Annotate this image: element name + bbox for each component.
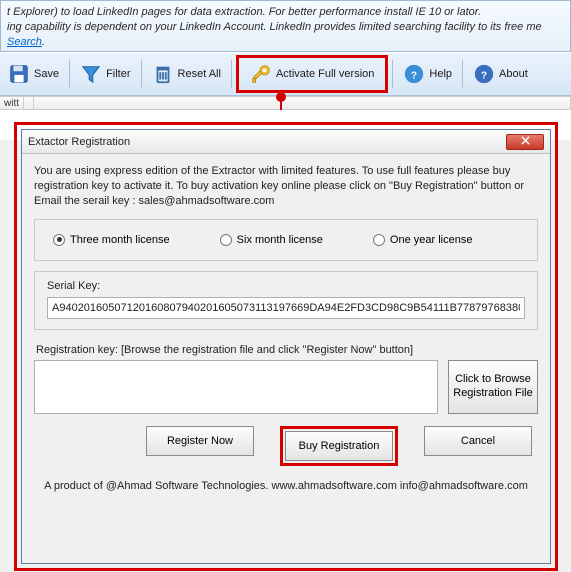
- search-link[interactable]: Search: [7, 36, 42, 48]
- main-toolbar: Save Filter Reset All Activate Full vers…: [0, 52, 571, 96]
- callout-connector: [280, 94, 282, 110]
- save-button[interactable]: Save: [1, 57, 66, 91]
- buy-label: Buy Registration: [299, 440, 380, 452]
- intro-text: You are using express edition of the Ext…: [34, 164, 538, 209]
- radio-label: One year license: [390, 234, 473, 246]
- registration-key-input[interactable]: [34, 360, 438, 414]
- funnel-icon: [80, 63, 102, 85]
- license-options: Three month license Six month license On…: [47, 230, 525, 250]
- serial-key-input[interactable]: [47, 297, 525, 319]
- diskette-icon: [8, 63, 30, 85]
- separator: [231, 60, 232, 88]
- browse-label: Click to Browse Registration File: [453, 373, 533, 401]
- cancel-label: Cancel: [461, 435, 495, 447]
- buy-highlight-frame: Buy Registration: [280, 426, 398, 466]
- activate-button[interactable]: Activate Full version: [243, 57, 381, 91]
- serial-label: Serial Key:: [47, 280, 525, 292]
- separator: [462, 60, 463, 88]
- filter-label: Filter: [106, 68, 130, 80]
- reset-all-button[interactable]: Reset All: [145, 57, 228, 91]
- radio-icon: [53, 234, 65, 246]
- dialog-body: You are using express edition of the Ext…: [22, 154, 550, 563]
- help-button[interactable]: ? Help: [396, 57, 459, 91]
- svg-text:?: ?: [481, 71, 487, 82]
- help-label: Help: [429, 68, 452, 80]
- about-icon: ?: [473, 63, 495, 85]
- separator: [392, 60, 393, 88]
- about-button[interactable]: ? About: [466, 57, 535, 91]
- activate-label: Activate Full version: [276, 68, 374, 80]
- dialog-button-row: Register Now Buy Registration Cancel: [34, 426, 538, 466]
- close-icon: [521, 136, 530, 148]
- reset-label: Reset All: [178, 68, 221, 80]
- radio-icon: [220, 234, 232, 246]
- filter-button[interactable]: Filter: [73, 57, 137, 91]
- radio-three-month[interactable]: Three month license: [53, 234, 170, 246]
- info-text-2: ing capability is dependent on your Link…: [7, 21, 542, 33]
- radio-label: Three month license: [70, 234, 170, 246]
- info-text-1: t Explorer) to load LinkedIn pages for d…: [7, 6, 481, 18]
- info-banner: t Explorer) to load LinkedIn pages for d…: [0, 0, 571, 52]
- cancel-button[interactable]: Cancel: [424, 426, 532, 456]
- separator: [141, 60, 142, 88]
- registration-dialog: Extactor Registration You are using expr…: [21, 129, 551, 564]
- browse-registration-button[interactable]: Click to Browse Registration File: [448, 360, 538, 414]
- activate-highlight-frame: Activate Full version: [236, 55, 388, 93]
- radio-six-month[interactable]: Six month license: [220, 234, 323, 246]
- regkey-row: Click to Browse Registration File: [34, 360, 538, 414]
- dialog-footer: A product of @Ahmad Software Technologie…: [34, 476, 538, 500]
- dialog-highlight-frame: Extactor Registration You are using expr…: [14, 122, 558, 571]
- serial-group: Serial Key:: [34, 271, 538, 330]
- register-label: Register Now: [167, 435, 233, 447]
- save-label: Save: [34, 68, 59, 80]
- dialog-title-text: Extactor Registration: [28, 136, 506, 148]
- buy-registration-button[interactable]: Buy Registration: [285, 431, 393, 461]
- key-icon: [250, 63, 272, 85]
- trash-icon: [152, 63, 174, 85]
- radio-label: Six month license: [237, 234, 323, 246]
- col-header-twitter[interactable]: witt: [0, 97, 24, 109]
- register-now-button[interactable]: Register Now: [146, 426, 254, 456]
- dialog-titlebar: Extactor Registration: [22, 130, 550, 154]
- about-label: About: [499, 68, 528, 80]
- separator: [69, 60, 70, 88]
- close-button[interactable]: [506, 134, 544, 150]
- col-header[interactable]: [34, 97, 571, 109]
- license-group: Three month license Six month license On…: [34, 219, 538, 261]
- regkey-label: Registration key: [Browse the registrati…: [36, 344, 538, 356]
- svg-text:?: ?: [411, 71, 417, 82]
- col-header[interactable]: [24, 97, 34, 109]
- radio-one-year[interactable]: One year license: [373, 234, 473, 246]
- radio-icon: [373, 234, 385, 246]
- help-icon: ?: [403, 63, 425, 85]
